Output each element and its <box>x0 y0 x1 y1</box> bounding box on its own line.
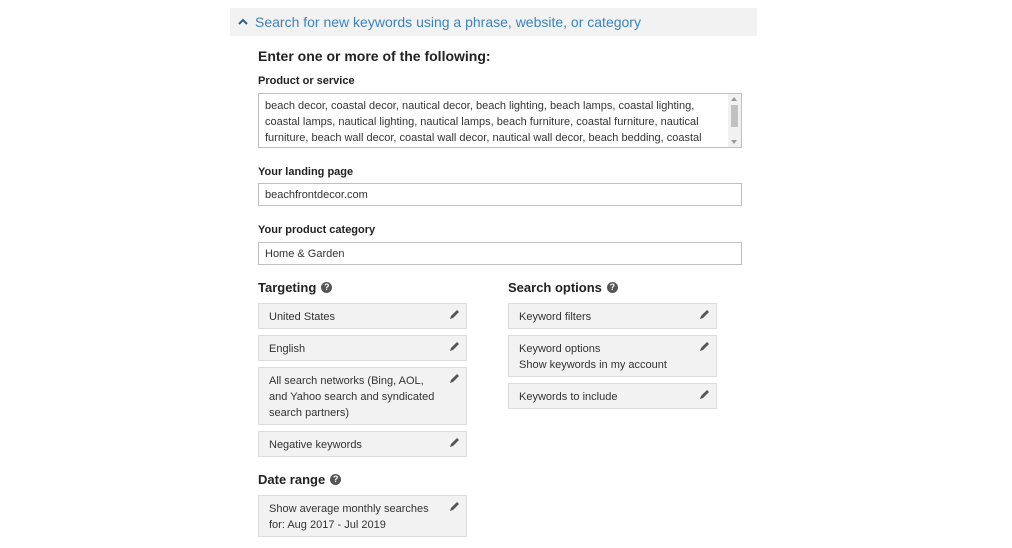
keyword-filters[interactable]: Keyword filters <box>508 303 717 329</box>
keyword-options-sub: Show keywords in my account <box>519 359 667 371</box>
landing-page-label: Your landing page <box>258 166 354 178</box>
scroll-thumb[interactable] <box>731 105 738 127</box>
chevron-up-icon[interactable] <box>237 16 249 28</box>
help-icon[interactable]: ? <box>606 282 618 293</box>
textarea-scrollbar[interactable] <box>728 94 741 147</box>
date-range-box[interactable]: Show average monthly searches for: Aug 2… <box>258 495 467 537</box>
date-range-heading: Date range ? <box>258 472 342 487</box>
targeting-networks-label: All search networks (Bing, AOL, and Yaho… <box>269 375 435 419</box>
targeting-heading: Targeting ? <box>258 280 333 295</box>
pencil-icon[interactable] <box>449 341 460 352</box>
targeting-language[interactable]: English <box>258 335 467 361</box>
section-title-link[interactable]: Search for new keywords using a phrase, … <box>255 14 641 30</box>
help-icon[interactable]: ? <box>330 474 342 485</box>
search-options-heading: Search options ? <box>508 280 618 295</box>
keywords-to-include[interactable]: Keywords to include <box>508 383 717 409</box>
keyword-filters-label: Keyword filters <box>519 311 592 323</box>
keyword-options[interactable]: Keyword options Show keywords in my acco… <box>508 335 717 377</box>
date-range-title: Date range <box>258 472 326 487</box>
targeting-language-label: English <box>269 343 306 355</box>
product-textarea-value[interactable]: beach decor, coastal decor, nautical dec… <box>265 98 727 145</box>
product-textarea[interactable]: beach decor, coastal decor, nautical dec… <box>258 93 742 148</box>
help-icon[interactable]: ? <box>321 282 333 293</box>
keywords-to-include-label: Keywords to include <box>519 391 618 403</box>
pencil-icon[interactable] <box>699 309 710 320</box>
scroll-up-icon[interactable] <box>731 97 737 101</box>
pencil-icon[interactable] <box>449 437 460 448</box>
targeting-networks[interactable]: All search networks (Bing, AOL, and Yaho… <box>258 367 467 425</box>
search-keywords-header[interactable]: Search for new keywords using a phrase, … <box>230 8 757 36</box>
targeting-negative-keywords[interactable]: Negative keywords <box>258 431 467 457</box>
date-range-value: Show average monthly searches for: Aug 2… <box>269 503 429 531</box>
pencil-icon[interactable] <box>449 309 460 320</box>
landing-page-input[interactable]: beachfrontdecor.com <box>258 183 742 206</box>
negative-keywords-label: Negative keywords <box>269 439 362 451</box>
targeting-location-label: United States <box>269 311 336 323</box>
form-heading: Enter one or more of the following: <box>258 48 491 64</box>
pencil-icon[interactable] <box>699 341 710 352</box>
product-category-label: Your product category <box>258 224 376 236</box>
pencil-icon[interactable] <box>449 373 460 384</box>
search-options-title: Search options <box>508 280 602 295</box>
scroll-down-icon[interactable] <box>731 140 737 144</box>
pencil-icon[interactable] <box>699 389 710 400</box>
targeting-title: Targeting <box>258 280 317 295</box>
targeting-location[interactable]: United States <box>258 303 467 329</box>
product-category-input[interactable]: Home & Garden <box>258 242 742 265</box>
pencil-icon[interactable] <box>449 501 460 512</box>
product-label: Product or service <box>258 75 355 87</box>
keyword-options-label: Keyword options <box>519 343 601 355</box>
